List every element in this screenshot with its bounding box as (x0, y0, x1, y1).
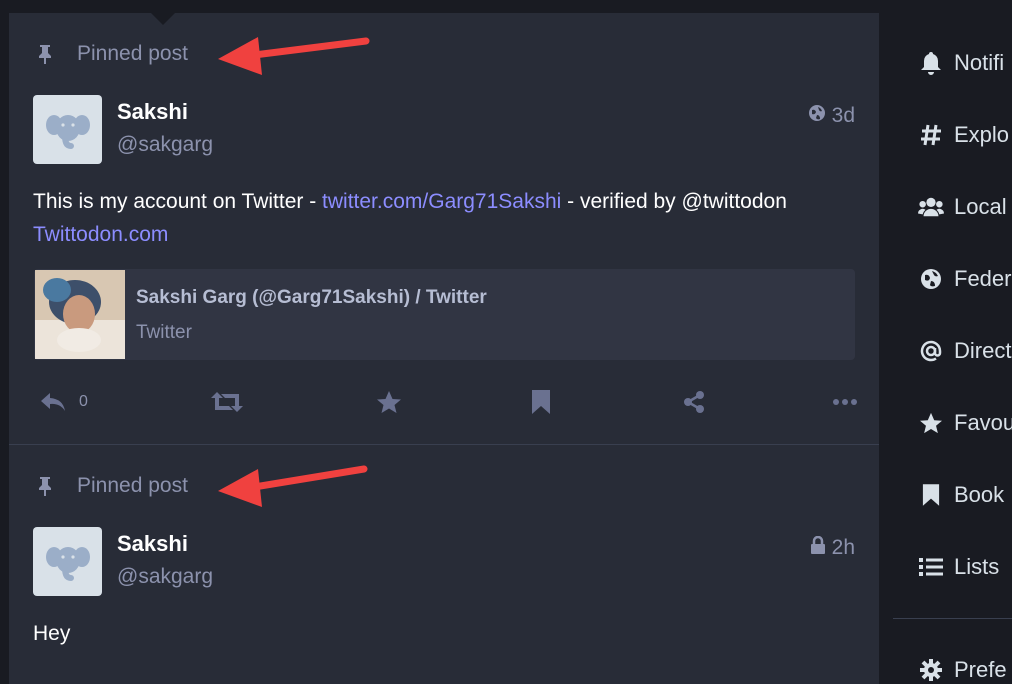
card-thumbnail (35, 270, 125, 359)
nav-item-lists[interactable]: Lists (918, 547, 999, 587)
nav-item-direct[interactable]: Direct (918, 331, 1011, 371)
account-handle[interactable]: @sakgarg (117, 565, 213, 589)
reply-button[interactable]: 0 (39, 387, 88, 417)
bookmark-button[interactable] (531, 387, 551, 417)
account-handle[interactable]: @sakgarg (117, 133, 213, 157)
thumbtack-icon (37, 44, 55, 64)
elephant-avatar-icon (45, 546, 90, 581)
pinned-indicator: Pinned post (37, 41, 188, 67)
nav-label: Notifi (954, 50, 1005, 75)
nav-label: Prefe (954, 657, 1007, 682)
display-name[interactable]: Sakshi (117, 99, 188, 125)
gear-icon (918, 657, 944, 683)
lock-icon (810, 535, 826, 560)
boost-button[interactable] (211, 387, 243, 417)
status-meta[interactable]: 2h (810, 535, 855, 560)
annotation-arrow (218, 465, 368, 507)
share-icon (684, 391, 704, 413)
list-icon (918, 554, 944, 580)
pinned-indicator: Pinned post (37, 473, 188, 499)
nav-item-federated[interactable]: Feder (918, 259, 1011, 299)
globe-icon (808, 104, 826, 128)
reply-icon (41, 393, 65, 411)
pinned-label: Pinned post (77, 42, 188, 65)
navigation-panel: Notifi Explo Local Feder Direct Favou Bo… (893, 0, 1012, 684)
card-title: Sakshi Garg (@Garg71Sakshi) / Twitter (136, 287, 487, 308)
ellipsis-icon (833, 399, 857, 405)
nav-label: Book (954, 482, 1005, 507)
bell-icon (918, 50, 944, 76)
content-text: This is my account on Twitter - (33, 190, 323, 213)
hashtag-icon (918, 122, 944, 148)
bookmark-icon (918, 482, 944, 508)
annotation-arrow (218, 37, 370, 75)
globe-icon (918, 266, 944, 292)
content-text: - verified by @twittodon (561, 190, 787, 213)
nav-label: Direct (954, 338, 1012, 363)
relative-time[interactable]: 2h (832, 536, 855, 560)
display-name[interactable]: Sakshi (117, 531, 188, 557)
nav-item-explore[interactable]: Explo (918, 115, 1009, 155)
elephant-avatar-icon (45, 114, 90, 149)
nav-label: Explo (954, 122, 1010, 147)
nav-item-bookmarks[interactable]: Book (918, 475, 1004, 515)
nav-item-favourites[interactable]: Favou (918, 403, 1012, 443)
status-content: This is my account on Twitter - twitter.… (33, 185, 863, 251)
users-icon (918, 194, 944, 220)
share-button[interactable] (682, 387, 706, 417)
status-post[interactable]: Pinned post Sakshi @sakgarg 2h Hey (9, 445, 879, 684)
nav-label: Feder (954, 266, 1012, 291)
retweet-icon (211, 392, 243, 412)
status-meta[interactable]: 3d (808, 104, 855, 128)
reply-count: 0 (79, 393, 88, 410)
nav-item-preferences[interactable]: Prefe (918, 650, 1007, 684)
status-content: Hey (33, 617, 863, 650)
at-icon (918, 338, 944, 364)
relative-time[interactable]: 3d (832, 104, 855, 128)
more-button[interactable] (833, 387, 857, 417)
avatar[interactable] (33, 95, 102, 164)
thumbtack-icon (37, 476, 55, 496)
nav-item-local[interactable]: Local (918, 187, 1007, 227)
content-text: Hey (33, 622, 71, 645)
nav-label: Favou (954, 410, 1012, 435)
favourite-button[interactable] (376, 387, 402, 417)
status-action-bar: 0 (37, 387, 867, 417)
link-preview-card[interactable]: Sakshi Garg (@Garg71Sakshi) / Twitter Tw… (34, 269, 855, 360)
nav-divider (893, 618, 1012, 619)
twittodon-link[interactable]: Twittodon.com (33, 223, 168, 246)
nav-label: Local (954, 194, 1007, 219)
nav-item-notifications[interactable]: Notifi (918, 43, 1004, 83)
card-provider: Twitter (136, 322, 192, 343)
twitter-profile-link[interactable]: twitter.com/Garg71Sakshi (322, 190, 561, 213)
star-icon (918, 410, 944, 436)
nav-label: Lists (954, 554, 1000, 579)
status-post[interactable]: Pinned post Sakshi @sakgarg 3d This is m… (9, 13, 879, 445)
timeline-column: Pinned post Sakshi @sakgarg 3d This is m… (9, 13, 879, 684)
star-icon (377, 391, 401, 413)
pinned-label: Pinned post (77, 474, 188, 497)
bookmark-icon (532, 390, 550, 414)
avatar[interactable] (33, 527, 102, 596)
